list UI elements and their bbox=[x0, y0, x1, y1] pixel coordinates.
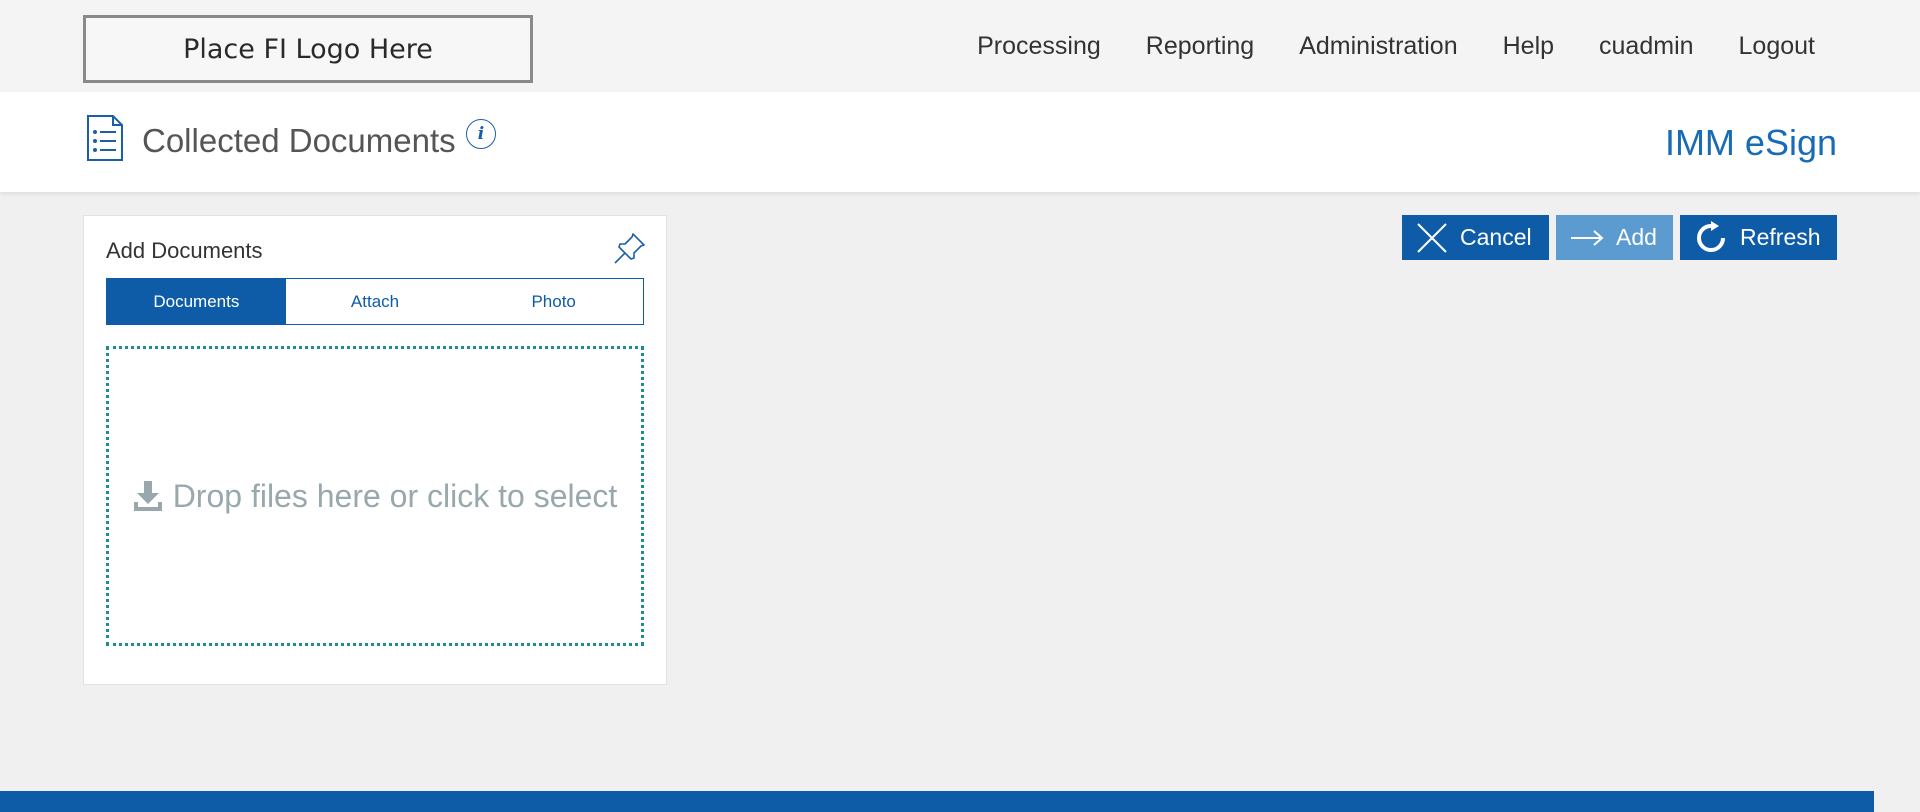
nav-help[interactable]: Help bbox=[1503, 32, 1554, 61]
dropzone-text: Drop files here or click to select bbox=[172, 477, 618, 514]
add-label: Add bbox=[1616, 224, 1657, 250]
info-icon[interactable]: i bbox=[466, 119, 496, 149]
pin-icon[interactable] bbox=[612, 230, 648, 266]
refresh-icon bbox=[1697, 220, 1725, 252]
document-list-icon bbox=[87, 115, 123, 161]
page-title: Collected Documents bbox=[142, 122, 456, 159]
nav-reporting[interactable]: Reporting bbox=[1146, 32, 1254, 61]
cancel-button[interactable]: Cancel bbox=[1402, 215, 1549, 260]
top-nav-bar: Place FI Logo Here Processing Reporting … bbox=[0, 0, 1920, 92]
main-nav: Processing Reporting Administration Help… bbox=[932, 32, 1815, 61]
app-name: IMM eSign bbox=[1664, 122, 1837, 163]
nav-user[interactable]: cuadmin bbox=[1599, 32, 1694, 61]
download-icon bbox=[133, 481, 162, 511]
close-icon bbox=[1417, 222, 1447, 253]
nav-logout[interactable]: Logout bbox=[1739, 32, 1815, 61]
title-bar: Collected Documents i IMM eSign bbox=[0, 92, 1920, 192]
tab-photo[interactable]: Photo bbox=[464, 279, 644, 324]
nav-administration[interactable]: Administration bbox=[1299, 32, 1457, 61]
card-title: Add Documents bbox=[106, 238, 263, 263]
add-button[interactable]: Add bbox=[1556, 215, 1673, 260]
document-source-tabs: Documents Attach Photo bbox=[106, 278, 644, 325]
tab-documents[interactable]: Documents bbox=[107, 279, 286, 324]
add-documents-card: Add Documents Documents Attach Photo Dro… bbox=[83, 215, 667, 685]
nav-processing[interactable]: Processing bbox=[977, 32, 1101, 61]
refresh-button[interactable]: Refresh bbox=[1680, 215, 1837, 260]
refresh-label: Refresh bbox=[1740, 224, 1821, 250]
cancel-label: Cancel bbox=[1460, 224, 1532, 250]
tab-attach[interactable]: Attach bbox=[285, 279, 465, 324]
arrow-right-icon bbox=[1571, 229, 1604, 246]
logo-placeholder: Place FI Logo Here bbox=[83, 15, 533, 83]
footer-bar bbox=[0, 791, 1874, 812]
file-dropzone[interactable]: Drop files here or click to select bbox=[106, 346, 644, 646]
